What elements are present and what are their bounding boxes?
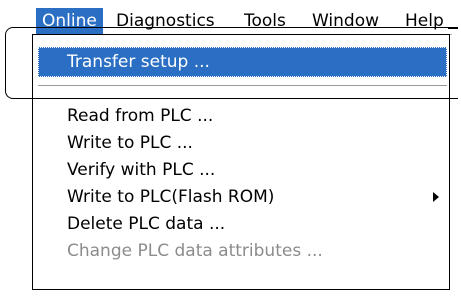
- menu-diagnostics[interactable]: Diagnostics: [116, 8, 215, 34]
- menu-bar: Online Diagnostics Tools Window Help: [32, 8, 452, 35]
- menu-item-verify-with-plc[interactable]: Verify with PLC ...: [67, 157, 215, 183]
- online-dropdown-menu: Transfer setup ... Read from PLC ... Wri…: [32, 34, 450, 290]
- menu-item-write-to-plc-flash-rom[interactable]: Write to PLC(Flash ROM): [67, 184, 274, 210]
- menu-window[interactable]: Window: [312, 8, 379, 34]
- menu-tools[interactable]: Tools: [244, 8, 286, 34]
- menu-separator: [38, 85, 447, 87]
- menu-online[interactable]: Online: [36, 8, 103, 34]
- menu-item-transfer-setup[interactable]: Transfer setup ...: [67, 49, 210, 75]
- menu-item-read-from-plc[interactable]: Read from PLC ...: [67, 103, 213, 129]
- chevron-right-icon: [433, 192, 439, 202]
- menu-item-delete-plc-data[interactable]: Delete PLC data ...: [67, 211, 225, 237]
- menu-item-change-plc-data-attributes: Change PLC data attributes ...: [67, 241, 323, 261]
- menu-item-write-to-plc[interactable]: Write to PLC ...: [67, 130, 193, 156]
- menu-help[interactable]: Help: [405, 8, 444, 34]
